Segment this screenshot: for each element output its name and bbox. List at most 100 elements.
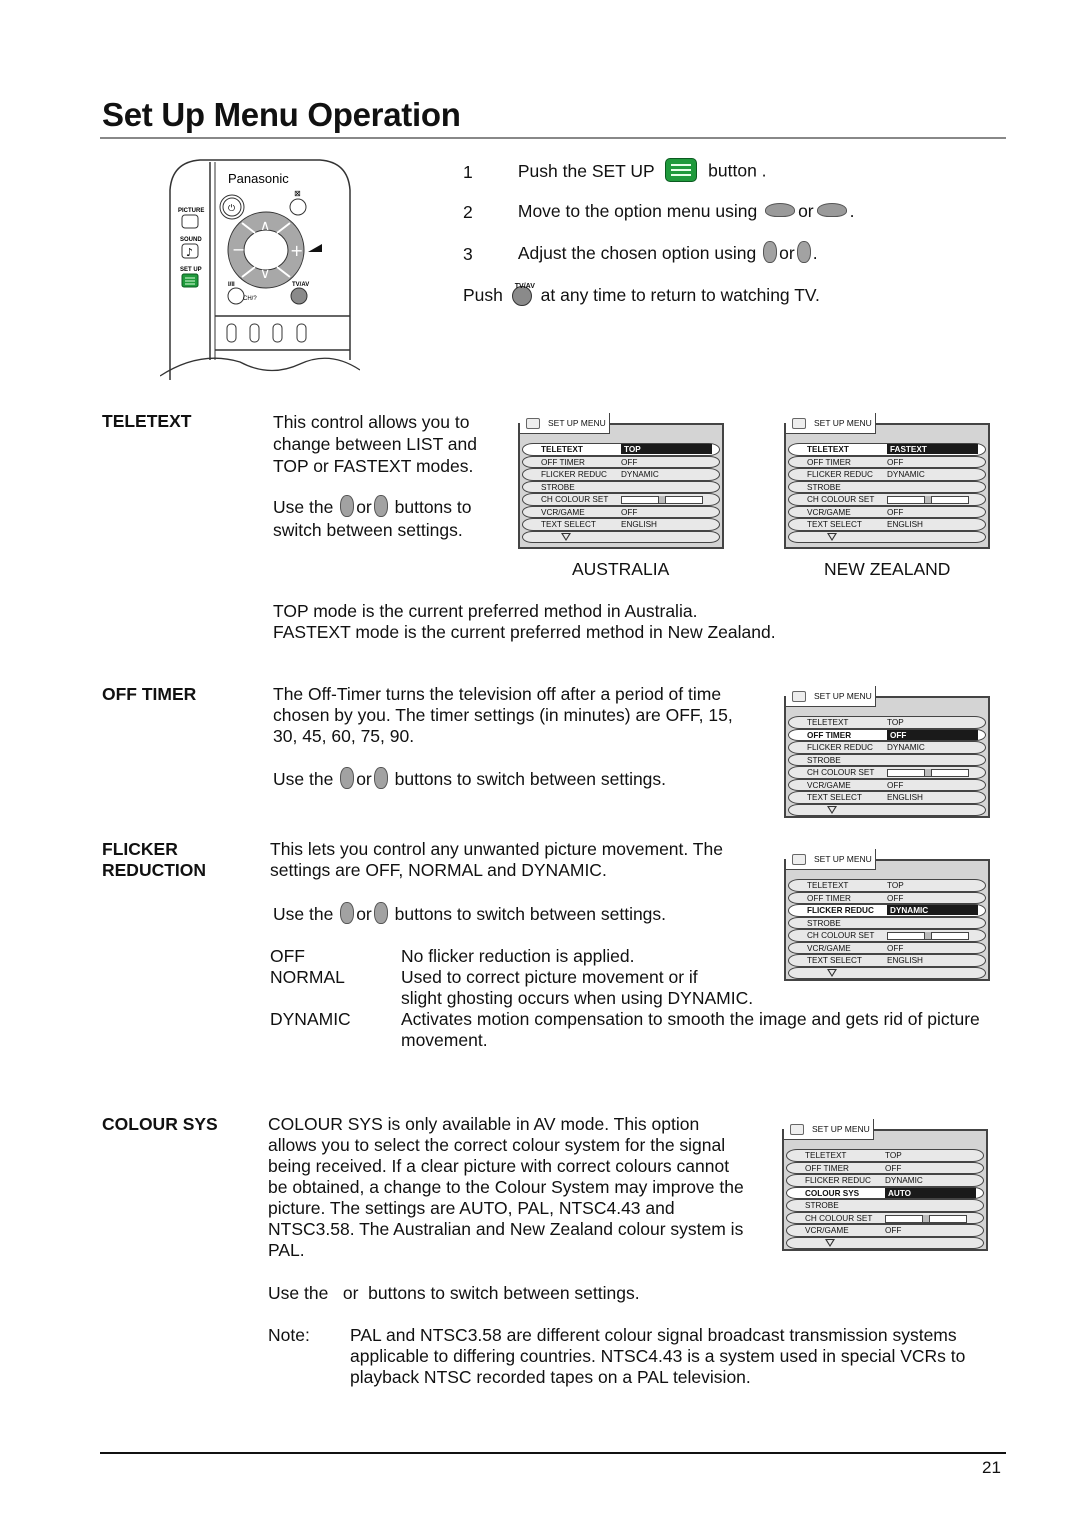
menu-row-value: FASTEXT (887, 444, 978, 454)
flicker-options-list: OFF No flicker reduction is applied. NOR… (270, 946, 980, 1051)
menu-title-tab: SET UP MENU (520, 413, 610, 434)
menu-row: TELETEXT FASTEXT (788, 443, 986, 456)
menu-row: STROBE (788, 480, 986, 494)
menu-row-label: TEXT SELECT (807, 520, 862, 529)
menu-title: SET UP MENU (814, 691, 872, 701)
menu-row: FLICKER REDUC DYNAMIC (788, 904, 986, 917)
minus-icon: − (232, 240, 245, 259)
menu-row-label: OFF TIMER (807, 457, 851, 467)
menu-icon (792, 854, 806, 866)
step-1: 1 Push the SET UP button . (463, 158, 767, 184)
power-icon: ⏻ (219, 194, 245, 220)
menu-row-label: CH COLOUR SET (805, 1213, 873, 1223)
menu-row: COLOUR SYS AUTO (786, 1186, 984, 1200)
menu-row-label: VCR/GAME (807, 507, 851, 517)
svg-text:⊠: ⊠ (294, 189, 301, 198)
title-divider (100, 137, 1006, 139)
setup-menu-australia: SET UP MENU TELETEXT TOP OFF TIMER OFF FLICKE… (518, 413, 724, 549)
menu-row-label: CH COLOUR SET (807, 768, 875, 777)
menu-row: TEXT SELECT ENGLISH (788, 518, 986, 531)
menu-row-value: ENGLISH (621, 520, 657, 529)
off-timer-use-instruction: Use the or buttons to switch between set… (273, 767, 667, 790)
up-button-icon (765, 203, 796, 218)
menu-row-value: OFF (887, 893, 904, 903)
svg-text:TV/AV: TV/AV (292, 282, 309, 288)
colour-sys-use-instruction: Use the or buttons to switch between set… (268, 1283, 640, 1303)
menu-row-value: OFF (887, 507, 904, 517)
menu-row-label: TELETEXT (807, 881, 849, 890)
menu-row-value: OFF (885, 1163, 902, 1173)
menu-row-value: OFF (887, 943, 904, 953)
colour-slider (887, 496, 969, 504)
scroll-down-triangle-icon (827, 805, 837, 814)
plus-button-icon (373, 767, 388, 790)
menu-row: CH COLOUR SET (788, 929, 986, 942)
menu-rows: TELETEXT FASTEXT OFF TIMER OFF FLICKER REDUC… (786, 443, 988, 544)
menu-title-tab: SET UP MENU (784, 1119, 874, 1140)
setup-button-icon (665, 158, 698, 182)
menu-row-label: TEXT SELECT (541, 520, 596, 529)
minus-button-icon (340, 767, 355, 790)
menu-row-label: STROBE (541, 482, 575, 492)
off-timer-description: The Off-Timer turns the television off a… (273, 684, 733, 746)
colour-slider (887, 769, 969, 777)
menu-row-label: TEXT SELECT (807, 793, 862, 802)
menu-row: FLICKER REDUC DYNAMIC (788, 741, 986, 754)
menu-title-tab: SET UP MENU (786, 849, 876, 870)
menu-rows: TELETEXT TOP OFF TIMER OFF FLICKER REDUC DYNA… (784, 1149, 986, 1250)
svg-text:SET UP: SET UP (180, 267, 202, 273)
down-arrow-icon: ∨ (260, 266, 270, 282)
menu-row-label: STROBE (807, 918, 841, 928)
colour-sys-description: COLOUR SYS is only available in AV mode.… (268, 1114, 744, 1260)
menu-more-row (788, 803, 986, 817)
menu-title-tab: SET UP MENU (786, 686, 876, 707)
menu-row-value: DYNAMIC (887, 743, 925, 752)
navigation-pad: ∧ ∨ − + (227, 211, 305, 289)
menu-title: SET UP MENU (814, 418, 872, 428)
colour-slider (887, 932, 969, 940)
menu-row: VCR/GAME OFF (522, 505, 720, 519)
menu-row: STROBE (522, 480, 720, 494)
menu-row-value: OFF (621, 457, 638, 467)
setup-menu-new-zealand: SET UP MENU TELETEXT FASTEXT OFF TIMER OFF FL… (784, 413, 990, 549)
slider-thumb (924, 932, 932, 939)
minus-button-icon (340, 495, 355, 518)
menu-row-label: CH COLOUR SET (807, 931, 875, 940)
menu-row-value: OFF (887, 729, 978, 740)
menu-row: CH COLOUR SET (522, 493, 720, 506)
up-arrow-icon: ∧ (260, 218, 270, 234)
slider-thumb (924, 769, 932, 776)
menu-row-value: OFF (887, 780, 904, 790)
menu-more-row (522, 530, 720, 544)
flicker-use-instruction: Use the or buttons to switch between set… (273, 902, 667, 925)
menu-row: CH COLOUR SET (788, 766, 986, 779)
flicker-option-dynamic: DYNAMIC Activates motion compensation to… (270, 1009, 980, 1050)
setup-menu-off-timer: SET UP MENU TELETEXT TOP OFF TIMER OFF FLICKE… (784, 686, 990, 818)
menu-rows: TELETEXT TOP OFF TIMER OFF FLICKER REDUC DYNA… (520, 443, 722, 544)
menu-row: VCR/GAME OFF (788, 505, 986, 519)
menu-row-label: OFF TIMER (541, 457, 585, 467)
svg-text:⏻: ⏻ (228, 203, 235, 214)
menu-rows: TELETEXT TOP OFF TIMER OFF FLICKER REDUC DYNA… (786, 879, 988, 980)
menu-row-label: FLICKER REDUC (541, 470, 607, 479)
menu-row: OFF TIMER OFF (788, 891, 986, 905)
menu-row: TELETEXT TOP (788, 879, 986, 892)
menu-row: OFF TIMER OFF (786, 1161, 984, 1175)
menu-rows: TELETEXT TOP OFF TIMER OFF FLICKER REDUC DYNA… (786, 716, 988, 817)
menu-row-value: OFF (885, 1226, 902, 1235)
plus-button-icon (796, 241, 811, 264)
svg-text:SOUND: SOUND (180, 237, 202, 243)
menu-row-value: DYNAMIC (887, 470, 925, 479)
plus-icon: + (290, 241, 303, 260)
menu-row-label: TEXT SELECT (807, 956, 862, 965)
menu-row-label: VCR/GAME (807, 780, 851, 790)
colour-sys-heading: COLOUR SYS (102, 1114, 218, 1134)
note-label: Note: (268, 1325, 310, 1345)
minus-button-icon (763, 241, 778, 264)
menu-row-value: DYNAMIC (885, 1176, 923, 1185)
menu-row-value: DYNAMIC (621, 470, 659, 479)
menu-row-label: STROBE (807, 482, 841, 492)
menu-row-label: FLICKER REDUC (805, 1176, 871, 1185)
teletext-note-new-zealand: FASTEXT mode is the current preferred me… (273, 622, 776, 642)
step-2: 2 Move to the option menu using or. (463, 201, 855, 222)
